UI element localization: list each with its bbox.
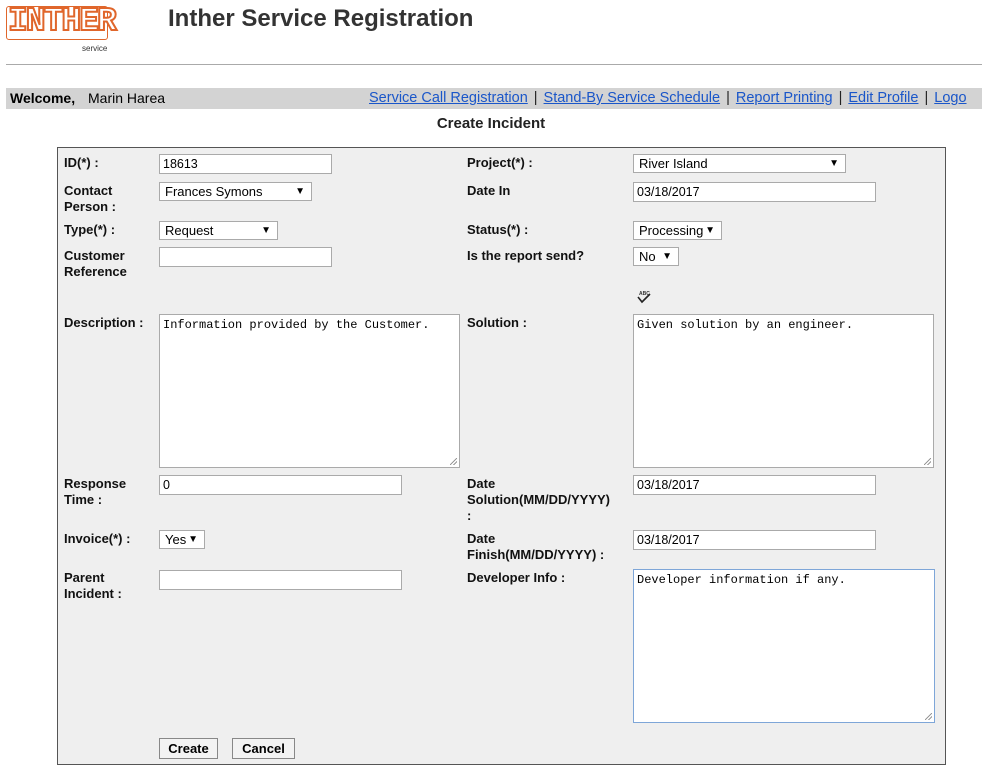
resize-handle-icon[interactable] (925, 713, 932, 720)
welcome-label: Welcome, (10, 90, 76, 106)
date-solution-label-line3: : (467, 508, 472, 523)
nav-service-call-registration[interactable]: Service Call Registration (369, 90, 528, 106)
app-title: Inther Service Registration (168, 5, 474, 32)
contact-person-label-line1: Contact (64, 183, 113, 198)
page-title: Create Incident (436, 115, 546, 132)
chevron-down-icon: ▼ (188, 534, 198, 545)
welcome-bar: Welcome, Marin Harea Service Call Regist… (6, 88, 982, 109)
logo-subtitle: service (82, 44, 108, 53)
invoice-select[interactable]: Yes ▼ (159, 530, 205, 549)
customer-reference-label: Customer Reference (64, 248, 127, 280)
id-field[interactable]: 18613 (159, 154, 332, 174)
date-in-label: Date In (467, 183, 511, 198)
date-finish-label: Date Finish(MM/DD/YYYY) : (467, 531, 604, 563)
solution-textarea[interactable]: Given solution by an engineer. (633, 314, 934, 468)
chevron-down-icon: ▼ (662, 251, 672, 262)
date-finish-field[interactable]: 03/18/2017 (633, 530, 876, 550)
contact-person-label: Contact Person : (64, 183, 116, 215)
response-time-field[interactable]: 0 (159, 475, 402, 495)
status-select[interactable]: Processing ▼ (633, 221, 722, 240)
resize-handle-icon[interactable] (924, 458, 931, 465)
create-button[interactable]: Create (159, 738, 218, 759)
chevron-down-icon: ▼ (705, 225, 715, 236)
contact-person-select[interactable]: Frances Symons ▼ (159, 182, 312, 201)
chevron-down-icon: ▼ (261, 225, 271, 236)
date-solution-field[interactable]: 03/18/2017 (633, 475, 876, 495)
solution-text: Given solution by an engineer. (637, 318, 854, 332)
report-send-select[interactable]: No ▼ (633, 247, 679, 266)
header-divider (6, 64, 982, 65)
date-solution-label-line1: Date (467, 476, 496, 491)
date-solution-label-line2: Solution(MM/DD/YYYY) (467, 492, 610, 507)
response-time-label-line1: Response (64, 476, 127, 491)
nav-logout[interactable]: Logo (934, 90, 966, 106)
project-select[interactable]: River Island ▼ (633, 154, 846, 173)
type-select[interactable]: Request ▼ (159, 221, 278, 240)
status-label: Status(*) : (467, 222, 529, 237)
nav-stand-by-service-schedule[interactable]: Stand-By Service Schedule (544, 90, 721, 106)
parent-incident-label: Parent Incident : (64, 570, 122, 602)
project-select-value: River Island (639, 156, 708, 171)
top-nav: Service Call Registration | Stand-By Servi… (369, 88, 967, 109)
inther-logo: INTHER service (6, 3, 118, 56)
nav-edit-profile[interactable]: Edit Profile (848, 90, 918, 106)
response-time-label-line2: Time : (64, 492, 103, 507)
nav-separator: | (726, 90, 730, 106)
developer-info-text: Developer information if any. (637, 573, 846, 587)
contact-person-select-value: Frances Symons (165, 184, 263, 199)
date-solution-label: Date Solution(MM/DD/YYYY) : (467, 476, 610, 524)
contact-person-label-line2: Person : (64, 199, 117, 214)
invoice-label: Invoice(*) : (64, 531, 131, 546)
parent-incident-label-line1: Parent (64, 570, 105, 585)
developer-info-label: Developer Info : (467, 570, 566, 585)
report-send-label: Is the report send? (467, 248, 585, 263)
resize-handle-icon[interactable] (450, 458, 457, 465)
date-finish-label-line1: Date (467, 531, 496, 546)
invoice-select-value: Yes (165, 532, 187, 547)
id-label: ID(*) : (64, 155, 99, 170)
date-finish-label-line2: Finish(MM/DD/YYYY) : (467, 547, 605, 562)
nav-separator: | (533, 90, 538, 106)
parent-incident-field[interactable] (159, 570, 402, 590)
type-select-value: Request (165, 223, 214, 238)
welcome-user-name: Marin Harea (88, 90, 166, 106)
chevron-down-icon: ▼ (295, 186, 305, 197)
nav-separator: | (924, 90, 929, 106)
type-label: Type(*) : (64, 222, 116, 237)
cancel-button[interactable]: Cancel (232, 738, 295, 759)
status-select-value: Processing (639, 223, 704, 238)
parent-incident-label-line2: Incident : (64, 586, 122, 601)
nav-report-printing[interactable]: Report Printing (736, 90, 833, 106)
customer-reference-label-line1: Customer (64, 248, 125, 263)
description-text: Information provided by the Customer. (163, 318, 430, 332)
spellcheck-icon[interactable]: ABC (636, 289, 652, 305)
chevron-down-icon: ▼ (829, 158, 839, 169)
description-textarea[interactable]: Information provided by the Customer. (159, 314, 460, 468)
developer-info-textarea[interactable]: Developer information if any. (633, 569, 935, 723)
report-send-select-value: No (639, 249, 656, 264)
logo-text: INTHER (7, 3, 118, 40)
nav-separator: | (838, 90, 843, 106)
customer-reference-label-line2: Reference (64, 264, 127, 279)
date-in-field[interactable]: 03/18/2017 (633, 182, 876, 202)
customer-reference-field[interactable] (159, 247, 332, 267)
response-time-label: Response Time : (64, 476, 126, 508)
solution-label: Solution : (467, 315, 527, 330)
description-label: Description : (64, 315, 144, 330)
project-label: Project(*) : (467, 155, 533, 170)
